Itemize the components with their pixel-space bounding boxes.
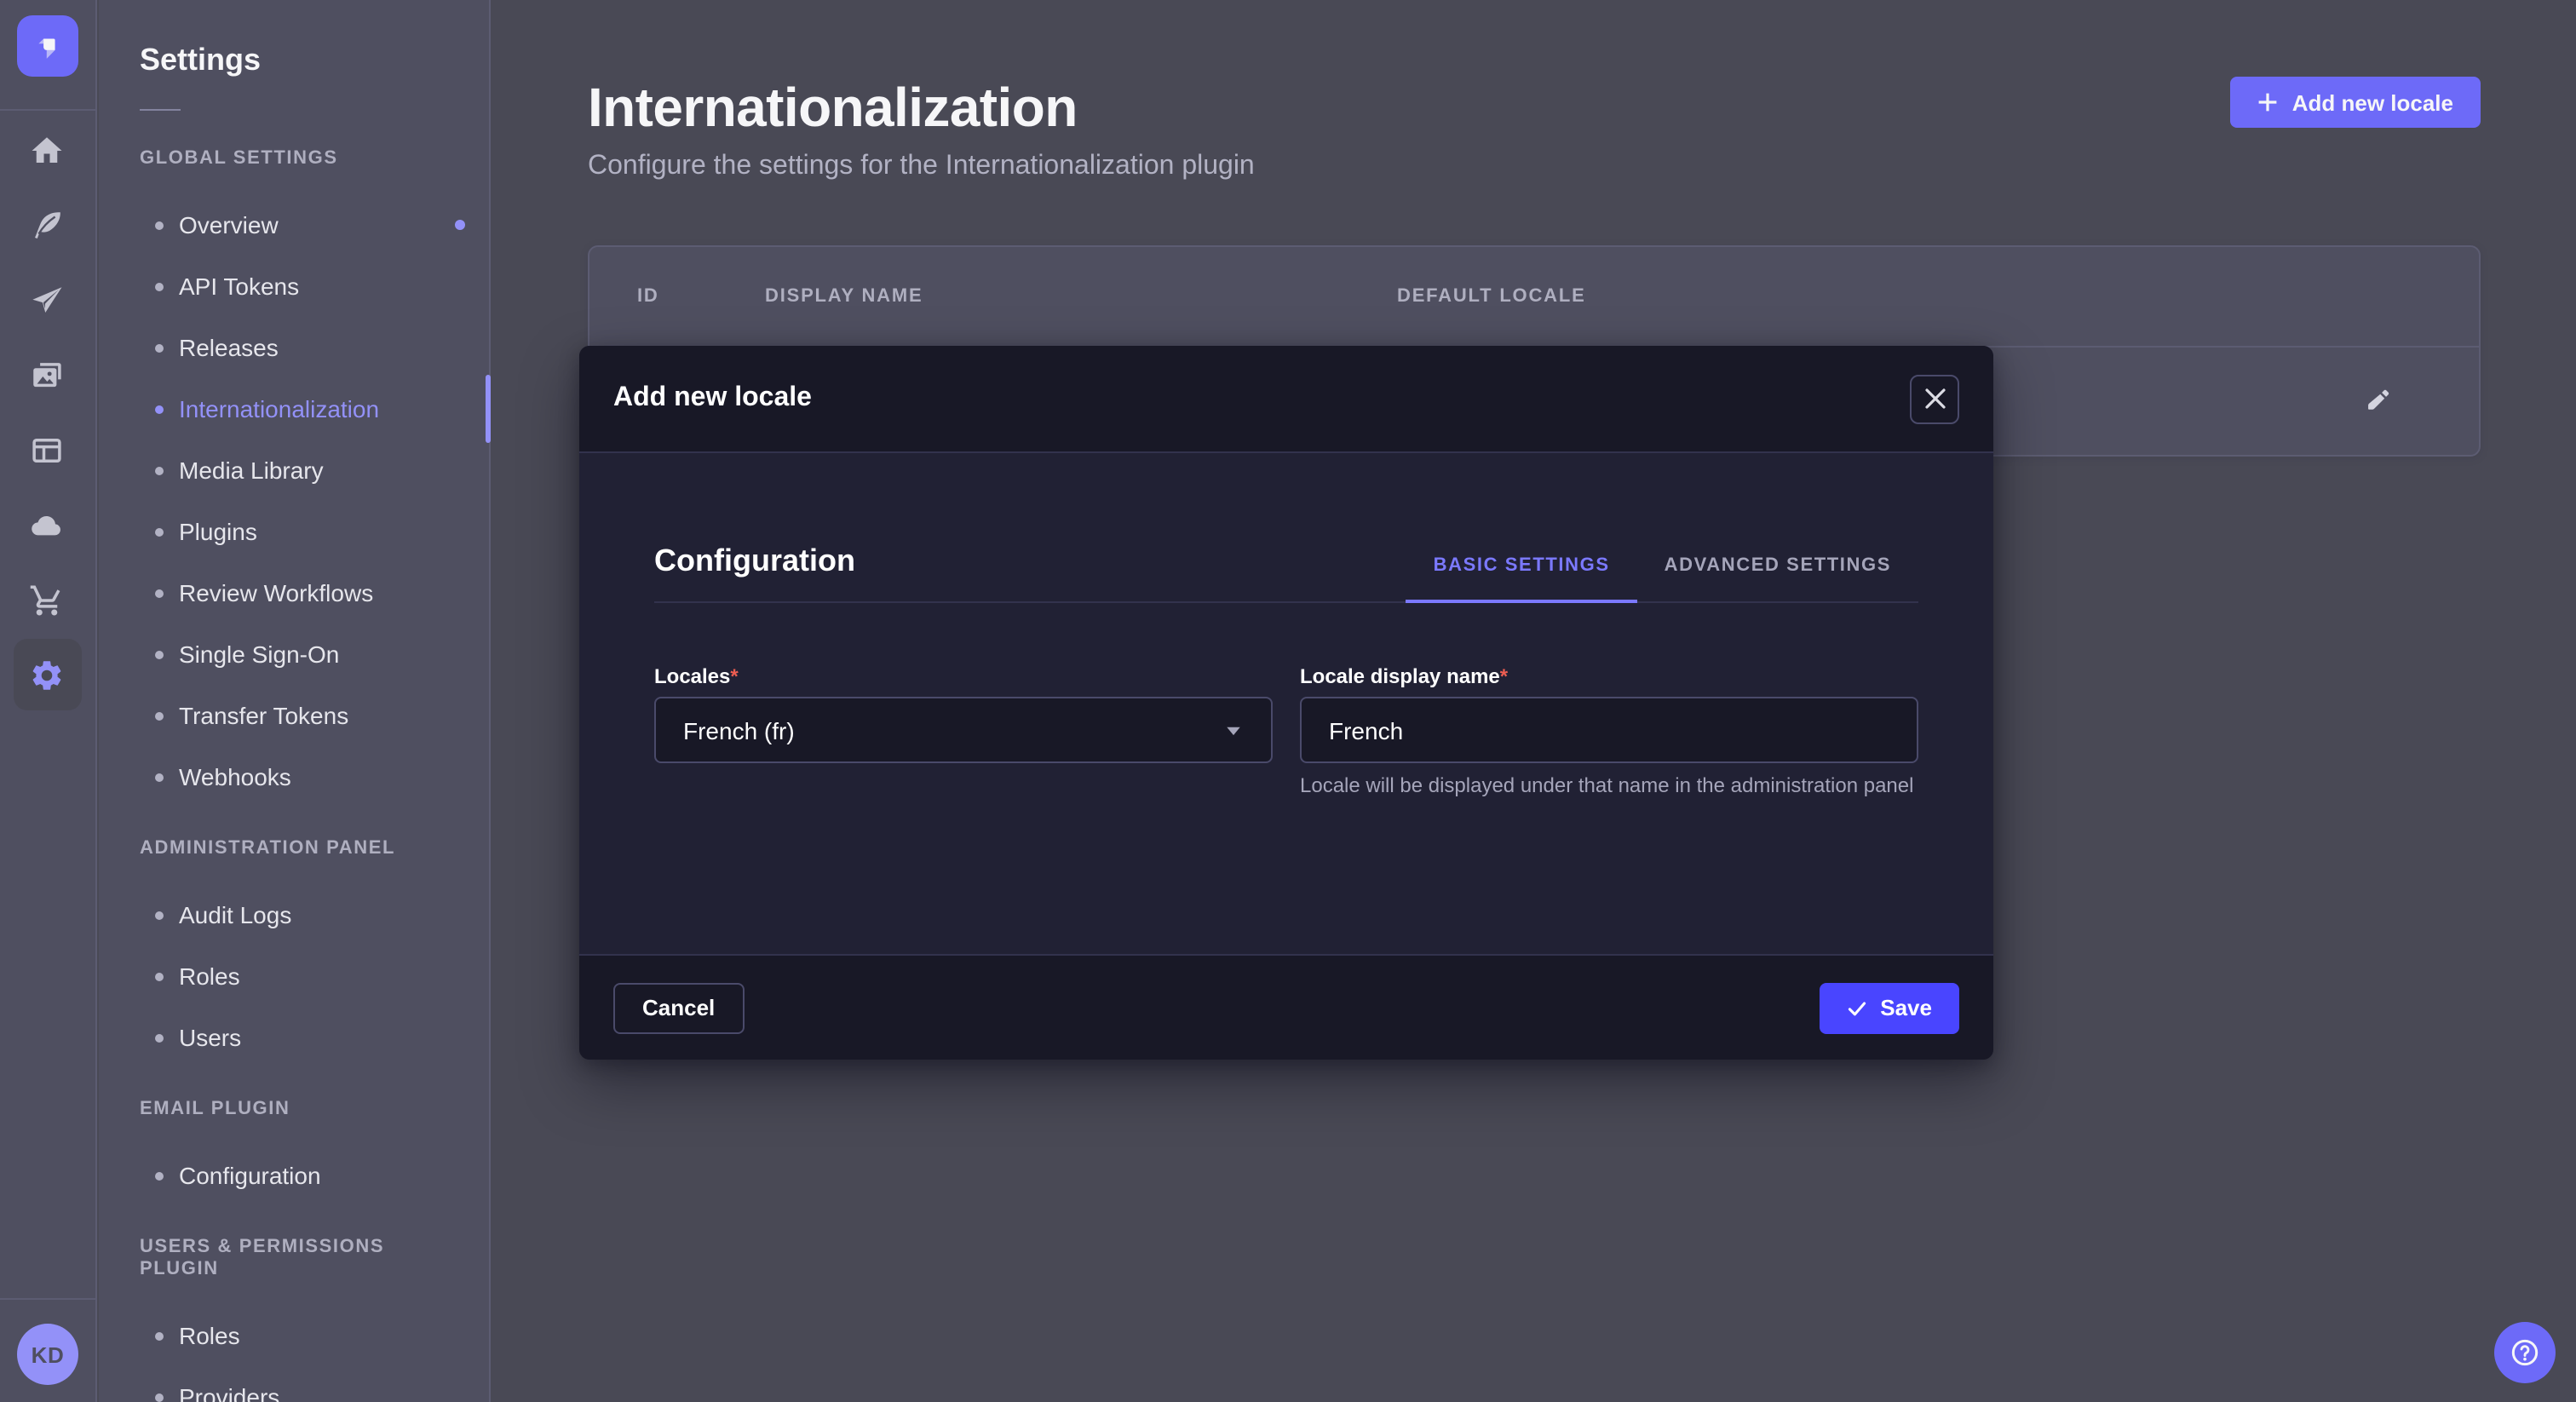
display-name-input[interactable] [1300, 697, 1918, 763]
tabs-divider [654, 601, 1918, 603]
modal-body: Configuration BASIC SETTINGS ADVANCED SE… [579, 453, 1993, 954]
locales-select[interactable]: French (fr) [654, 697, 1273, 763]
display-name-label: Locale display name* [1300, 664, 1918, 690]
close-icon [1924, 388, 1945, 409]
add-locale-modal: Add new locale Configuration BASIC SETTI… [579, 346, 1993, 1060]
display-name-hint: Locale will be displayed under that name… [1300, 772, 1918, 799]
required-asterisk: * [1500, 664, 1508, 688]
settings-tabs: BASIC SETTINGS ADVANCED SETTINGS [1406, 555, 1918, 601]
close-button[interactable] [1910, 374, 1959, 423]
modal-footer: Cancel Save [579, 954, 1993, 1060]
configuration-heading: Configuration [654, 542, 855, 601]
chevron-down-icon [1223, 720, 1244, 740]
display-name-field: Locale display name* Locale will be disp… [1300, 664, 1918, 799]
locales-select-value: French (fr) [683, 716, 1223, 744]
tab-advanced-settings[interactable]: ADVANCED SETTINGS [1637, 555, 1918, 601]
check-icon [1846, 997, 1866, 1018]
save-button[interactable]: Save [1819, 982, 1959, 1033]
required-asterisk: * [730, 664, 738, 688]
modal-header: Add new locale [579, 346, 1993, 453]
locales-label: Locales* [654, 664, 1273, 690]
modal-title: Add new locale [613, 383, 812, 414]
cancel-button[interactable]: Cancel [613, 982, 744, 1033]
tab-basic-settings[interactable]: BASIC SETTINGS [1406, 555, 1637, 601]
locales-field: Locales* French (fr) [654, 664, 1273, 799]
strapi-admin-app: KD Settings GLOBAL SETTINGS Overview API… [0, 0, 2576, 1402]
